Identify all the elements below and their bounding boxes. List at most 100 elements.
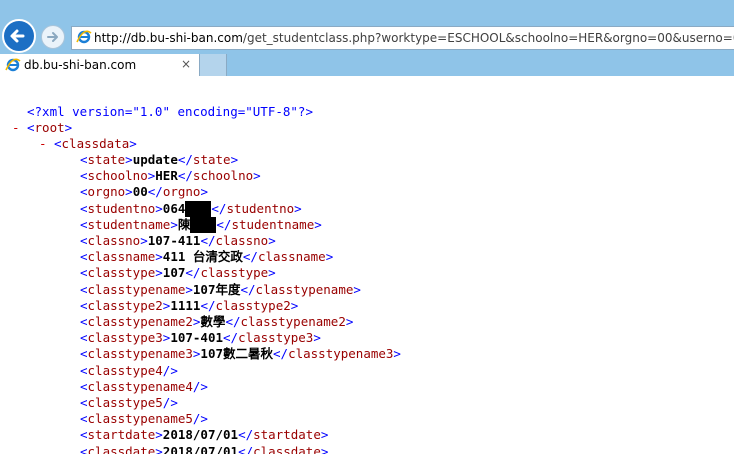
classdata-tag-name: classdata <box>61 136 130 151</box>
field-tag-name: state <box>87 152 126 167</box>
open-bracket: < <box>80 297 88 313</box>
forward-button[interactable] <box>41 25 65 49</box>
end-open-bracket: </ <box>223 330 239 346</box>
end-close-bracket: > <box>253 168 261 184</box>
end-close-bracket: > <box>294 200 302 216</box>
self-close-bracket: /> <box>192 411 208 427</box>
collapse-classdata-toggle[interactable]: - <box>39 136 47 152</box>
field-tag-name: classname <box>87 249 156 265</box>
end-open-bracket: </ <box>240 281 256 297</box>
field-tag-name: classdate <box>87 443 156 454</box>
field-value: HER <box>155 168 178 184</box>
field-value: 107 <box>162 265 186 281</box>
end-open-bracket: </ <box>200 233 216 248</box>
xml-field-studentname: <studentname>陳 </studentname> <box>80 216 322 233</box>
xml-field-classtypename3: <classtypename3>107數二暑秋</classtypename3> <box>80 346 401 362</box>
forward-arrow-icon <box>47 32 58 42</box>
back-button[interactable] <box>2 19 36 53</box>
open-bracket: < <box>80 362 88 378</box>
field-value: 1111 <box>170 297 201 313</box>
open-bracket: < <box>80 427 88 443</box>
xml-field-classtypename5: <classtypename5/> <box>80 411 208 427</box>
close-bracket: > <box>125 152 133 167</box>
end-close-bracket: > <box>200 184 208 200</box>
open-bracket: < <box>80 281 88 297</box>
redaction-box <box>190 216 217 233</box>
end-open-bracket: </ <box>147 184 163 200</box>
end-open-bracket: </ <box>211 200 227 216</box>
xml-field-studentno: <studentno>064 </studentno> <box>80 200 302 217</box>
field-tag-name: classtype <box>87 265 156 281</box>
field-value: 2018/07/01 <box>162 443 239 454</box>
open-bracket: < <box>80 249 88 265</box>
classdata-open-tag: <classdata> <box>54 136 137 151</box>
open-bracket: < <box>80 411 88 427</box>
end-close-bracket: > <box>325 249 334 265</box>
address-bar[interactable]: http://db.bu-shi-ban.com/get_studentclas… <box>71 26 734 50</box>
field-value: 107-411 <box>147 233 201 248</box>
close-bracket: > <box>155 443 163 454</box>
end-close-bracket: > <box>290 297 299 313</box>
xml-field-orgno: <orgno>00</orgno> <box>80 184 208 200</box>
open-bracket: < <box>80 378 88 394</box>
browser-toolbar: http://db.bu-shi-ban.com/get_studentclas… <box>0 0 734 54</box>
xml-field-classtypename4: <classtypename4/> <box>80 379 208 395</box>
redaction-box <box>185 200 212 217</box>
field-end-tag-name: studentname <box>231 216 315 232</box>
field-tag-name: classtypename <box>87 281 186 297</box>
end-open-bracket: </ <box>238 427 254 443</box>
root-tag-name: root <box>34 120 65 135</box>
field-tag-name: studentno <box>87 200 156 216</box>
field-tag-name: classtype5 <box>87 395 163 410</box>
end-close-bracket: > <box>268 265 276 281</box>
end-open-bracket: </ <box>216 216 232 232</box>
end-open-bracket: </ <box>177 152 193 167</box>
end-close-bracket: > <box>345 314 354 329</box>
close-bracket: > <box>155 265 163 281</box>
end-open-bracket: </ <box>200 297 216 313</box>
field-tag-name: classtypename4 <box>87 378 193 394</box>
open-bracket: < <box>80 330 88 346</box>
field-end-tag-name: state <box>192 152 231 167</box>
end-open-bracket: </ <box>185 265 201 281</box>
open-bracket: < <box>80 346 88 362</box>
field-end-tag-name: classtypename2 <box>240 314 346 329</box>
field-tag-name: classtypename2 <box>87 314 193 329</box>
end-close-bracket: > <box>353 281 361 297</box>
close-bracket: > <box>155 200 163 216</box>
end-close-bracket: > <box>314 216 322 232</box>
field-value: update <box>132 152 178 167</box>
close-bracket: > <box>155 427 163 443</box>
new-tab-button[interactable] <box>200 54 227 76</box>
field-end-tag-name: startdate <box>253 427 321 443</box>
end-close-bracket: > <box>230 152 239 167</box>
close-bracket: > <box>125 184 133 200</box>
self-close-bracket: /> <box>192 378 208 394</box>
field-tag-name: classtypename5 <box>87 411 193 427</box>
xml-field-classname: <classname>411 台清交政</classname> <box>80 249 333 265</box>
field-value: 數學 <box>200 314 226 329</box>
field-tag-name: classtypename3 <box>87 346 193 362</box>
field-value: 00 <box>132 184 148 200</box>
close-tab-icon[interactable]: × <box>181 57 191 71</box>
url-domain: http://db.bu-shi-ban.com <box>94 31 243 45</box>
xml-field-startdate: <startdate>2018/07/01</startdate> <box>80 427 328 443</box>
close-bracket: > <box>170 216 178 232</box>
open-bracket: < <box>80 395 88 410</box>
open-bracket: < <box>80 233 88 248</box>
field-tag-name: classtype4 <box>87 362 163 378</box>
open-bracket: < <box>80 200 88 216</box>
field-value: 107數二暑秋 <box>200 346 273 362</box>
collapse-root-toggle[interactable]: - <box>12 120 20 136</box>
xml-viewer: <?xml version="1.0" encoding="UTF-8"?> -… <box>0 76 734 454</box>
xml-field-classtype3: <classtype3>107-401</classtype3> <box>80 330 321 346</box>
field-tag-name: classno <box>87 233 141 248</box>
field-end-tag-name: classtypename <box>255 281 354 297</box>
field-end-tag-name: classtype2 <box>215 297 291 313</box>
field-end-tag-name: classno <box>215 233 269 248</box>
tab-db-bu-shi-ban[interactable]: db.bu-shi-ban.com × <box>0 54 200 76</box>
end-open-bracket: </ <box>238 443 254 454</box>
field-value: 107年度 <box>192 281 241 297</box>
field-end-tag-name: classname <box>257 249 326 265</box>
field-tag-name: classtype3 <box>87 330 163 346</box>
